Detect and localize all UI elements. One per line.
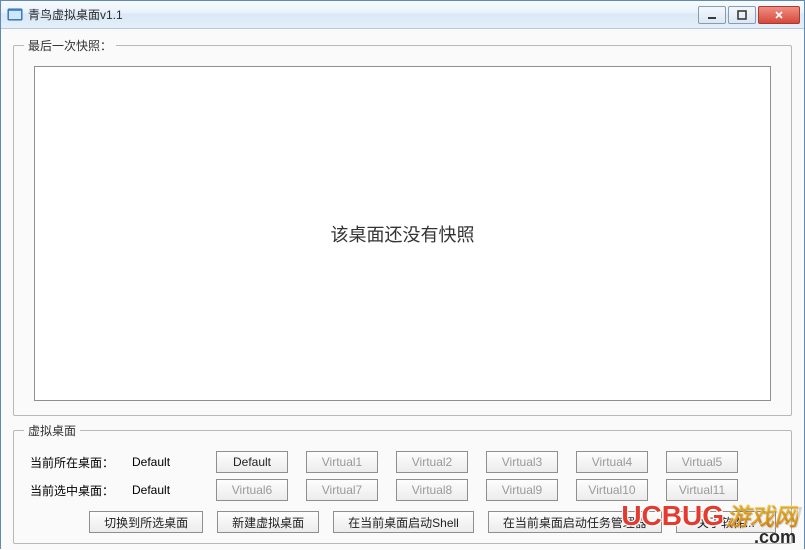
current-selected-value: Default bbox=[132, 483, 204, 497]
desktop-button-virtual4[interactable]: Virtual4 bbox=[576, 451, 648, 473]
window-controls bbox=[698, 6, 800, 24]
client-area: 最后一次快照： 该桌面还没有快照 虚拟桌面 当前所在桌面： Default De… bbox=[1, 29, 804, 550]
create-desktop-button[interactable]: 新建虚拟桌面 bbox=[217, 511, 319, 533]
app-icon bbox=[7, 7, 23, 23]
desktop-button-virtual2[interactable]: Virtual2 bbox=[396, 451, 468, 473]
snapshot-group-label: 最后一次快照： bbox=[24, 37, 116, 54]
desktop-button-virtual6[interactable]: Virtual6 bbox=[216, 479, 288, 501]
current-location-label: 当前所在桌面： bbox=[24, 454, 124, 471]
desktop-buttons-row2: Virtual6 Virtual7 Virtual8 Virtual9 Virt… bbox=[216, 479, 738, 501]
desktop-button-default[interactable]: Default bbox=[216, 451, 288, 473]
desktop-button-virtual3[interactable]: Virtual3 bbox=[486, 451, 558, 473]
desktop-button-virtual7[interactable]: Virtual7 bbox=[306, 479, 378, 501]
desktops-group: 虚拟桌面 当前所在桌面： Default Default Virtual1 Vi… bbox=[13, 422, 792, 544]
snapshot-preview: 该桌面还没有快照 bbox=[34, 66, 771, 401]
start-shell-button[interactable]: 在当前桌面启动Shell bbox=[333, 511, 474, 533]
desktop-button-virtual9[interactable]: Virtual9 bbox=[486, 479, 558, 501]
current-location-value: Default bbox=[132, 455, 204, 469]
snapshot-group: 最后一次快照： 该桌面还没有快照 bbox=[13, 37, 792, 416]
start-taskmgr-button[interactable]: 在当前桌面启动任务管理器 bbox=[488, 511, 662, 533]
desktop-button-virtual5[interactable]: Virtual5 bbox=[666, 451, 738, 473]
desktop-button-virtual1[interactable]: Virtual1 bbox=[306, 451, 378, 473]
desktops-group-label: 虚拟桌面 bbox=[24, 422, 80, 439]
window-title: 青鸟虚拟桌面v1.1 bbox=[28, 6, 123, 23]
switch-desktop-button[interactable]: 切换到所选桌面 bbox=[89, 511, 203, 533]
app-window: 青鸟虚拟桌面v1.1 最后一次快照： 该桌面还没有快照 虚拟桌面 当前所在桌面： bbox=[0, 0, 805, 549]
desktop-button-virtual11[interactable]: Virtual11 bbox=[666, 479, 738, 501]
actions-row: 切换到所选桌面 新建虚拟桌面 在当前桌面启动Shell 在当前桌面启动任务管理器… bbox=[24, 511, 781, 533]
maximize-button[interactable] bbox=[728, 6, 756, 24]
desktop-button-virtual8[interactable]: Virtual8 bbox=[396, 479, 468, 501]
desktop-button-virtual10[interactable]: Virtual10 bbox=[576, 479, 648, 501]
titlebar[interactable]: 青鸟虚拟桌面v1.1 bbox=[1, 1, 804, 29]
current-selected-label: 当前选中桌面： bbox=[24, 482, 124, 499]
about-button[interactable]: 关于软件... bbox=[676, 511, 776, 533]
close-button[interactable] bbox=[758, 6, 800, 24]
current-selected-row: 当前选中桌面： Default Virtual6 Virtual7 Virtua… bbox=[24, 479, 781, 501]
desktop-buttons-row1: Default Virtual1 Virtual2 Virtual3 Virtu… bbox=[216, 451, 738, 473]
minimize-button[interactable] bbox=[698, 6, 726, 24]
snapshot-empty-text: 该桌面还没有快照 bbox=[331, 221, 475, 247]
current-location-row: 当前所在桌面： Default Default Virtual1 Virtual… bbox=[24, 451, 781, 473]
